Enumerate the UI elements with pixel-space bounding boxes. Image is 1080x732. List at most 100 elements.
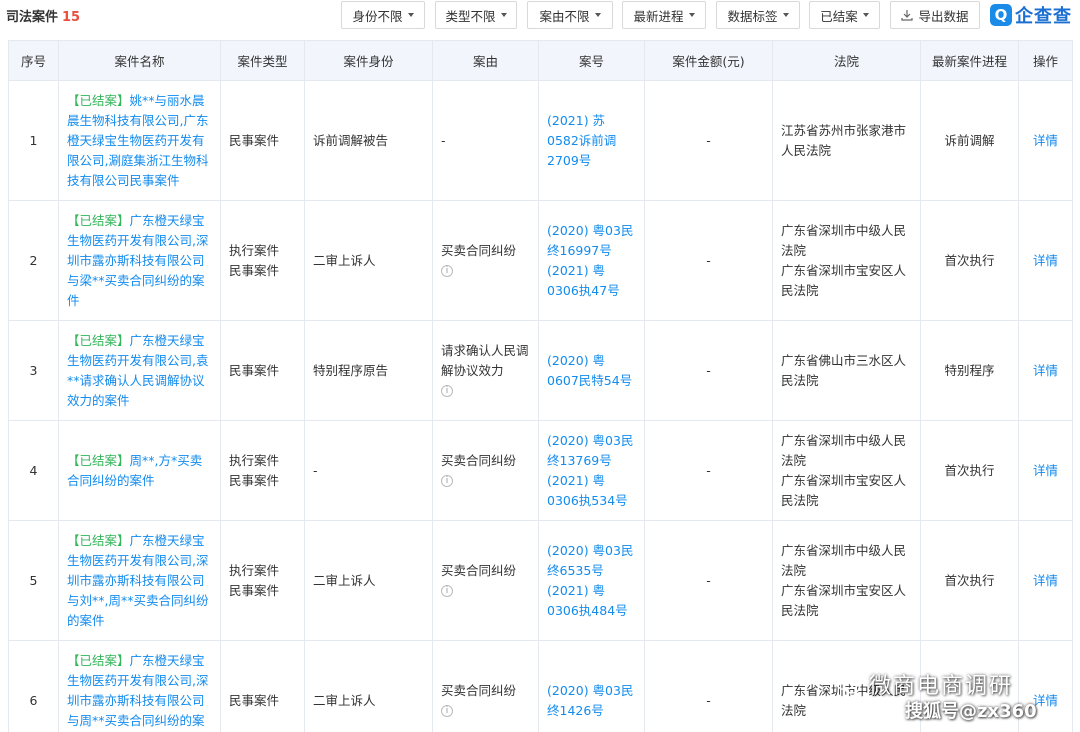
info-icon[interactable]: i: [441, 585, 453, 597]
filter-progress-dropdown[interactable]: 最新进程: [622, 1, 706, 29]
status-badge: 【已结案】: [67, 92, 130, 108]
row-number: 1: [8, 80, 59, 201]
case-reason-text: 买卖合同纠纷: [441, 562, 517, 578]
action-cell[interactable]: 详情: [1018, 200, 1073, 321]
case-reason-cell: -: [432, 80, 539, 201]
case-number-link[interactable]: (2020) 粤0607民特54号: [547, 353, 632, 388]
case-amount-cell: -: [644, 200, 773, 321]
caret-down-icon: [862, 13, 869, 17]
action-cell[interactable]: 详情: [1018, 80, 1073, 201]
case-name-cell[interactable]: 【已结案】广东橙天绿宝生物医药开发有限公司,深圳市露亦斯科技有限公司与刘**,周…: [58, 520, 221, 641]
caret-down-icon: [782, 13, 789, 17]
case-number-link[interactable]: (2020) 粤03民终13769号 (2021) 粤0306执534号: [547, 433, 633, 508]
case-amount-cell: -: [644, 640, 773, 732]
section-title-label: 司法案件: [6, 10, 59, 25]
filter-status-dropdown[interactable]: 已结案: [809, 1, 880, 29]
case-name-cell[interactable]: 【已结案】姚**与丽水晨晨生物科技有限公司,广东橙天绿宝生物医药开发有限公司,涮…: [58, 80, 221, 201]
court-cell: 江苏省苏州市张家港市人民法院: [772, 80, 921, 201]
case-count: 15: [62, 10, 81, 25]
case-number-cell[interactable]: (2021) 苏0582诉前调2709号: [538, 80, 645, 201]
export-button[interactable]: 导出数据: [890, 1, 980, 29]
info-icon[interactable]: i: [441, 385, 453, 397]
detail-link[interactable]: 详情: [1033, 573, 1058, 588]
progress-cell: 诉前调解: [920, 80, 1019, 201]
detail-link[interactable]: 详情: [1033, 363, 1058, 378]
case-amount-cell: -: [644, 80, 773, 201]
case-reason-text: 请求确认人民调解协议效力: [441, 342, 529, 378]
case-number-link[interactable]: (2020) 粤03民终1426号: [547, 683, 633, 718]
filter-reason-dropdown[interactable]: 案由不限: [527, 1, 613, 29]
export-icon: [901, 10, 914, 21]
case-number-cell[interactable]: (2020) 粤0607民特54号: [538, 320, 645, 421]
action-cell[interactable]: 详情: [1018, 520, 1073, 641]
case-number-cell[interactable]: (2020) 粤03民终1426号: [538, 640, 645, 732]
case-type-cell: 执行案件 民事案件: [220, 420, 305, 521]
court-cell: 广东省佛山市三水区人民法院: [772, 320, 921, 421]
case-name-cell[interactable]: 【已结案】广东橙天绿宝生物医药开发有限公司,深圳市露亦斯科技有限公司与梁**买卖…: [58, 200, 221, 321]
case-type-cell: 执行案件 民事案件: [220, 200, 305, 321]
detail-link[interactable]: 详情: [1033, 133, 1058, 148]
caret-down-icon: [500, 13, 507, 17]
case-name-cell[interactable]: 【已结案】广东橙天绿宝生物医药开发有限公司,袁**请求确认人民调解协议效力的案件: [58, 320, 221, 421]
info-icon[interactable]: i: [441, 265, 453, 277]
case-role-cell: 二审上诉人: [304, 640, 433, 732]
col-header: 最新案件进程: [920, 40, 1019, 81]
case-reason-text: -: [441, 132, 446, 148]
case-reason-cell: 买卖合同纠纷 i: [432, 200, 539, 321]
col-header: 案件名称: [58, 40, 221, 81]
col-header: 操作: [1018, 40, 1073, 81]
case-amount-cell: -: [644, 420, 773, 521]
case-role-cell: -: [304, 420, 433, 521]
col-header: 案件身份: [304, 40, 433, 81]
wechat-icon: [835, 673, 861, 694]
court-cell: 广东省深圳市中级人民法院 广东省深圳市宝安区人民法院: [772, 420, 921, 521]
logo-text: 企查查: [1015, 6, 1072, 27]
action-cell[interactable]: 详情: [1018, 420, 1073, 521]
case-reason-cell: 买卖合同纠纷 i: [432, 640, 539, 732]
filter-label: 已结案: [820, 8, 858, 24]
case-number-cell[interactable]: (2020) 粤03民终13769号 (2021) 粤0306执534号: [538, 420, 645, 521]
info-icon[interactable]: i: [441, 475, 453, 487]
case-number-link[interactable]: (2020) 粤03民终6535号 (2021) 粤0306执484号: [547, 543, 633, 618]
filter-identity-dropdown[interactable]: 身份不限: [341, 1, 425, 29]
qichacha-logo: Q 企查查: [990, 2, 1072, 28]
action-cell[interactable]: 详情: [1018, 320, 1073, 421]
detail-link[interactable]: 详情: [1033, 463, 1058, 478]
filter-type-dropdown[interactable]: 类型不限: [435, 1, 517, 29]
case-amount-cell: -: [644, 320, 773, 421]
progress-cell: 特别程序: [920, 320, 1019, 421]
case-name-cell[interactable]: 【已结案】周**,方*买卖合同纠纷的案件: [58, 420, 221, 521]
toolbar: 司法案件 15 身份不限 类型不限 案由不限 最新进程 数据标签 已结案 导出数据…: [0, 0, 1080, 34]
export-label: 导出数据: [918, 8, 969, 24]
table-row: 4 【已结案】周**,方*买卖合同纠纷的案件 执行案件 民事案件 - 买卖合同纠…: [8, 420, 1073, 521]
status-badge: 【已结案】: [67, 332, 130, 348]
row-number: 5: [8, 520, 59, 641]
table-row: 1 【已结案】姚**与丽水晨晨生物科技有限公司,广东橙天绿宝生物医药开发有限公司…: [8, 80, 1073, 201]
progress-cell: 首次执行: [920, 420, 1019, 521]
col-header: 案号: [538, 40, 645, 81]
filter-label: 案由不限: [539, 8, 590, 24]
wechat-watermark: 微商电商调研: [835, 668, 1013, 700]
case-number-link[interactable]: (2021) 苏0582诉前调2709号: [547, 113, 616, 168]
case-role-cell: 二审上诉人: [304, 520, 433, 641]
case-number-cell[interactable]: (2020) 粤03民终16997号 (2021) 粤0306执47号: [538, 200, 645, 321]
case-type-cell: 民事案件: [220, 320, 305, 421]
case-role-cell: 诉前调解被告: [304, 80, 433, 201]
info-icon[interactable]: i: [441, 705, 453, 717]
case-reason-cell: 买卖合同纠纷 i: [432, 520, 539, 641]
case-number-link[interactable]: (2020) 粤03民终16997号 (2021) 粤0306执47号: [547, 223, 633, 298]
row-number: 2: [8, 200, 59, 321]
case-number-cell[interactable]: (2020) 粤03民终6535号 (2021) 粤0306执484号: [538, 520, 645, 641]
table-row: 5 【已结案】广东橙天绿宝生物医药开发有限公司,深圳市露亦斯科技有限公司与刘**…: [8, 520, 1073, 641]
filter-tags-dropdown[interactable]: 数据标签: [716, 1, 800, 29]
watermark-text: 微商电商调研: [869, 674, 1014, 699]
col-header: 法院: [772, 40, 921, 81]
sohu-watermark: 搜狐号@zx360: [905, 701, 1037, 722]
filter-label: 数据标签: [727, 8, 778, 24]
cases-table: 序号 案件名称 案件类型 案件身份 案由 案号 案件金额(元) 法院 最新案件进…: [8, 40, 1073, 732]
detail-link[interactable]: 详情: [1033, 253, 1058, 268]
table-row: 3 【已结案】广东橙天绿宝生物医药开发有限公司,袁**请求确认人民调解协议效力的…: [8, 320, 1073, 421]
progress-cell: 首次执行: [920, 520, 1019, 641]
case-name-cell[interactable]: 【已结案】广东橙天绿宝生物医药开发有限公司,深圳市露亦斯科技有限公司与周**买卖…: [58, 640, 221, 732]
case-amount-cell: -: [644, 520, 773, 641]
